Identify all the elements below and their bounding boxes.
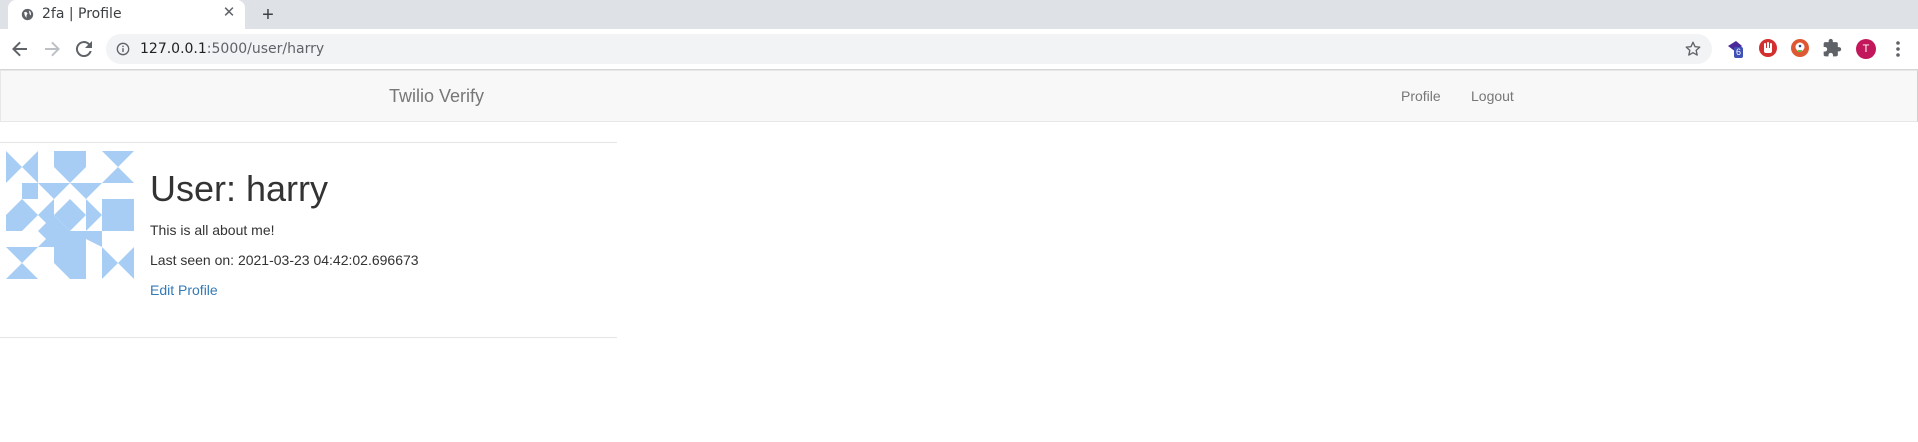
duckduckgo-icon[interactable] [1790,38,1810,58]
info-icon[interactable] [116,42,130,56]
back-arrow-icon[interactable] [8,37,32,61]
last-seen-text: Last seen on: 2021-03-23 04:42:02.696673 [150,252,419,268]
nav-link-profile[interactable]: Profile [1401,88,1441,104]
close-icon[interactable]: ✕ [221,5,237,21]
browser-toolbar: 127.0.0.1:5000/user/harry 6 T [0,29,1918,70]
forward-arrow-icon[interactable] [40,37,64,61]
puzzle-extensions-icon[interactable] [1822,38,1842,58]
reload-icon[interactable] [72,37,96,61]
url-path: :5000/user/harry [206,41,325,57]
divider-top [0,142,617,143]
globe-icon [21,8,34,21]
edit-profile-link[interactable]: Edit Profile [150,282,218,298]
nav-link-logout[interactable]: Logout [1471,88,1514,104]
extension-gem-icon[interactable]: 6 [1726,38,1746,58]
about-me-text: This is all about me! [150,222,275,238]
url-text[interactable]: 127.0.0.1:5000/user/harry [140,41,324,57]
url-host: 127.0.0.1 [140,41,207,57]
tab-title: 2fa | Profile [42,6,122,22]
extension-badge: 6 [1734,47,1744,58]
browser-tab-strip: 2fa | Profile ✕ + [0,0,1918,29]
avatar-identicon [6,151,134,279]
divider-bottom [0,337,617,338]
page-title: User: harry [150,168,329,209]
profile-avatar[interactable]: T [1856,39,1876,59]
address-bar[interactable]: 127.0.0.1:5000/user/harry [106,34,1712,64]
browser-tab[interactable]: 2fa | Profile ✕ [8,0,245,29]
navbar-brand[interactable]: Twilio Verify [389,86,484,107]
app-navbar: Twilio Verify Profile Logout [0,70,1918,122]
hand-stop-icon[interactable] [1758,38,1778,58]
bookmark-star-icon[interactable] [1684,40,1702,58]
kebab-menu-icon[interactable] [1890,39,1906,59]
new-tab-plus-icon[interactable]: + [257,4,279,26]
